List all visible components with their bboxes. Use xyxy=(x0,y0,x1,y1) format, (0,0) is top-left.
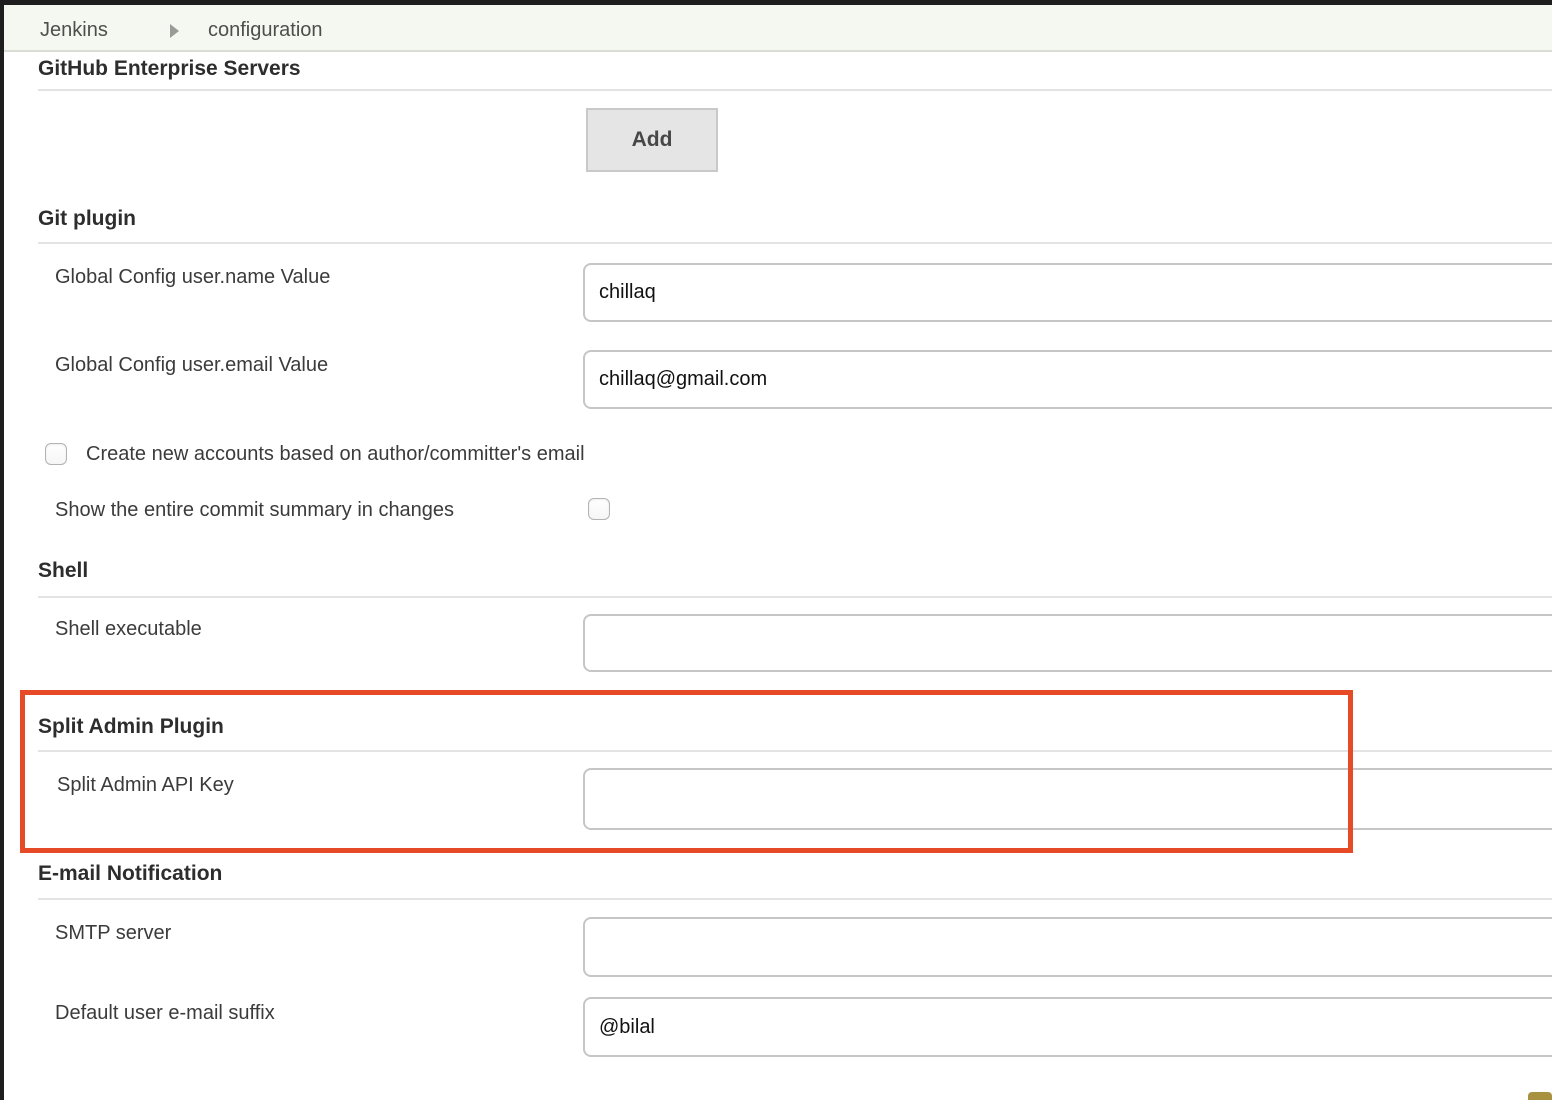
label-smtp-server: SMTP server xyxy=(55,921,171,946)
section-title-split-admin-plugin: Split Admin Plugin xyxy=(38,714,224,740)
section-divider xyxy=(38,750,1552,752)
label-split-admin-api-key: Split Admin API Key xyxy=(57,773,234,798)
section-title-git-plugin: Git plugin xyxy=(38,206,136,232)
section-title-email-notification: E-mail Notification xyxy=(38,861,222,887)
label-create-accounts: Create new accounts based on author/comm… xyxy=(86,442,585,467)
label-global-config-username: Global Config user.name Value xyxy=(55,265,330,290)
default-email-suffix-input[interactable] xyxy=(583,997,1552,1057)
create-accounts-checkbox[interactable] xyxy=(45,443,67,465)
label-shell-executable: Shell executable xyxy=(55,617,202,642)
section-divider xyxy=(38,89,1552,91)
section-title-github-enterprise-servers: GitHub Enterprise Servers xyxy=(38,56,301,82)
breadcrumb: Jenkins configuration xyxy=(0,5,1552,52)
add-button[interactable]: Add xyxy=(586,108,718,172)
window-top-border xyxy=(0,0,1552,5)
shell-executable-input[interactable] xyxy=(583,614,1552,672)
partial-help-icon xyxy=(1528,1092,1552,1100)
commit-summary-checkbox[interactable] xyxy=(588,498,610,520)
label-commit-summary: Show the entire commit summary in change… xyxy=(55,498,454,523)
section-title-shell: Shell xyxy=(38,558,88,584)
global-config-username-input[interactable] xyxy=(583,263,1552,322)
breadcrumb-item-configuration[interactable]: configuration xyxy=(208,19,323,42)
breadcrumb-separator-icon xyxy=(170,24,179,38)
breadcrumb-item-jenkins[interactable]: Jenkins xyxy=(40,19,108,42)
window-left-border xyxy=(0,0,4,1100)
label-global-config-useremail: Global Config user.email Value xyxy=(55,353,328,378)
section-divider xyxy=(38,596,1552,598)
global-config-useremail-input[interactable] xyxy=(583,350,1552,409)
smtp-server-input[interactable] xyxy=(583,917,1552,977)
section-divider xyxy=(38,242,1552,244)
split-admin-api-key-input[interactable] xyxy=(583,768,1552,830)
label-default-email-suffix: Default user e-mail suffix xyxy=(55,1001,275,1026)
jenkins-configuration-page: Jenkins configuration GitHub Enterprise … xyxy=(0,0,1552,1100)
section-divider xyxy=(38,898,1552,900)
